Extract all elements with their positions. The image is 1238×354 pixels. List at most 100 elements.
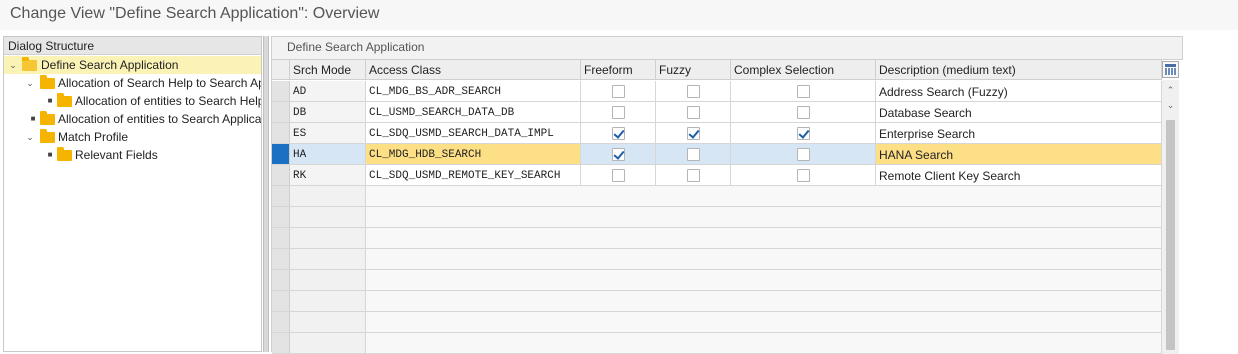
checkbox-complex-selection[interactable] — [797, 85, 810, 98]
bullet-icon: ■ — [30, 114, 36, 123]
empty-cell[interactable] — [290, 249, 366, 270]
folder-icon — [57, 147, 72, 161]
cell-description[interactable]: Database Search — [876, 102, 1162, 123]
tree-node-label: Relevant Fields — [75, 148, 158, 162]
cell-srch-mode[interactable]: HA — [290, 144, 366, 165]
tree-node-label: Allocation of Search Help to Search Appl… — [58, 76, 261, 90]
scroll-thumb[interactable] — [1166, 120, 1175, 350]
panel-splitter[interactable] — [263, 36, 269, 352]
chevron-down-icon[interactable]: ⌄ — [8, 56, 18, 74]
tree-node-label: Allocation of entities to Search Applica… — [58, 112, 262, 126]
cell-access-class[interactable]: CL_MDG_BS_ADR_SEARCH — [366, 81, 581, 102]
vertical-scrollbar[interactable]: ⌃ ⌄ — [1162, 80, 1179, 354]
chevron-down-icon[interactable]: ⌄ — [25, 74, 35, 92]
dialog-structure-header: Dialog Structure — [4, 37, 261, 55]
tree-node-label: Allocation of entities to Search Help — [75, 94, 262, 108]
cell-srch-mode[interactable]: RK — [290, 165, 366, 186]
column-header-description[interactable]: Description (medium text) — [876, 60, 1162, 80]
checkbox-freeform[interactable] — [612, 85, 625, 98]
tree-node-match-profile[interactable]: ⌄ Match Profile — [4, 128, 261, 146]
checkbox-freeform[interactable] — [612, 127, 625, 140]
row-selector[interactable] — [272, 270, 290, 291]
column-header-complex-selection[interactable]: Complex Selection — [731, 60, 876, 80]
empty-row[interactable] — [366, 333, 1162, 354]
empty-cell[interactable] — [290, 186, 366, 207]
chevron-down-icon[interactable]: ⌄ — [25, 128, 35, 146]
tree-node-allocation-entities-search-application[interactable]: ■ Allocation of entities to Search Appli… — [4, 110, 262, 128]
checkbox-fuzzy[interactable] — [687, 127, 700, 140]
cell-description[interactable]: Remote Client Key Search — [876, 165, 1162, 186]
row-selector[interactable] — [272, 291, 290, 312]
row-selector[interactable] — [272, 123, 290, 144]
table-caption: Define Search Application — [287, 40, 425, 54]
cell-srch-mode[interactable]: DB — [290, 102, 366, 123]
bullet-icon: ■ — [47, 150, 53, 159]
checkbox-freeform[interactable] — [612, 148, 625, 161]
column-header-access-class[interactable]: Access Class — [366, 60, 581, 80]
checkbox-complex-selection[interactable] — [797, 148, 810, 161]
checkbox-freeform[interactable] — [612, 106, 625, 119]
tree-node-define-search-application[interactable]: ⌄ Define Search Application — [4, 56, 261, 74]
checkbox-fuzzy[interactable] — [687, 148, 700, 161]
checkbox-complex-selection[interactable] — [797, 169, 810, 182]
select-all-cell[interactable] — [272, 60, 290, 80]
table-settings-icon[interactable] — [1162, 61, 1179, 78]
row-selector[interactable] — [272, 228, 290, 249]
empty-row[interactable] — [366, 207, 1162, 228]
row-selector[interactable] — [272, 102, 290, 123]
empty-row[interactable] — [366, 291, 1162, 312]
scroll-up-icon[interactable]: ⌃ — [1162, 83, 1179, 97]
cell-access-class[interactable]: CL_SDQ_USMD_SEARCH_DATA_IMPL — [366, 123, 581, 144]
checkbox-complex-selection[interactable] — [797, 127, 810, 140]
window-title: Change View "Define Search Application":… — [0, 0, 1238, 30]
scroll-down-icon[interactable]: ⌄ — [1162, 98, 1179, 112]
dialog-structure-panel: Dialog Structure ⌄ Define Search Applica… — [3, 36, 262, 352]
empty-cell[interactable] — [290, 207, 366, 228]
column-header-fuzzy[interactable]: Fuzzy — [656, 60, 731, 80]
row-selector[interactable] — [272, 165, 290, 186]
cell-description[interactable]: Enterprise Search — [876, 123, 1162, 144]
empty-cell[interactable] — [290, 228, 366, 249]
empty-cell[interactable] — [290, 270, 366, 291]
tree-node-allocation-search-help[interactable]: ⌄ Allocation of Search Help to Search Ap… — [4, 74, 261, 92]
empty-cell[interactable] — [290, 333, 366, 354]
checkbox-freeform[interactable] — [612, 169, 625, 182]
folder-icon — [40, 111, 55, 125]
cell-srch-mode[interactable]: ES — [290, 123, 366, 144]
column-header-srch-mode[interactable]: Srch Mode — [290, 60, 366, 80]
empty-cell[interactable] — [290, 291, 366, 312]
row-selector[interactable] — [272, 333, 290, 354]
row-selector[interactable] — [272, 186, 290, 207]
search-application-table: Srch Mode Access Class Freeform Fuzzy Co… — [272, 59, 1183, 354]
checkbox-fuzzy[interactable] — [687, 169, 700, 182]
tree-node-relevant-fields[interactable]: ■ Relevant Fields — [4, 146, 261, 164]
cell-access-class[interactable]: CL_MDG_HDB_SEARCH — [366, 144, 581, 165]
checkbox-fuzzy[interactable] — [687, 85, 700, 98]
cell-srch-mode[interactable]: AD — [290, 81, 366, 102]
empty-row[interactable] — [366, 228, 1162, 249]
cell-access-class[interactable]: CL_USMD_SEARCH_DATA_DB — [366, 102, 581, 123]
search-application-table-panel: Define Search Application Srch Mode Acce… — [271, 36, 1183, 354]
checkbox-complex-selection[interactable] — [797, 106, 810, 119]
tree-node-label: Define Search Application — [41, 58, 179, 72]
checkbox-fuzzy[interactable] — [687, 106, 700, 119]
empty-row[interactable] — [366, 249, 1162, 270]
tree-node-label: Match Profile — [58, 130, 129, 144]
empty-cell[interactable] — [290, 312, 366, 333]
cell-access-class[interactable]: CL_SDQ_USMD_REMOTE_KEY_SEARCH — [366, 165, 581, 186]
row-selector[interactable] — [272, 207, 290, 228]
empty-row[interactable] — [366, 312, 1162, 333]
cell-description[interactable]: HANA Search — [876, 144, 1162, 165]
row-selector[interactable] — [272, 249, 290, 270]
folder-icon — [40, 129, 55, 143]
tree-node-allocation-entities-search-help[interactable]: ■ Allocation of entities to Search Help — [4, 92, 262, 110]
column-header-freeform[interactable]: Freeform — [581, 60, 656, 80]
folder-icon — [57, 93, 72, 107]
empty-row[interactable] — [366, 270, 1162, 291]
row-selector[interactable] — [272, 81, 290, 102]
empty-row[interactable] — [366, 186, 1162, 207]
row-selector-active[interactable] — [272, 144, 290, 165]
cell-description[interactable]: Address Search (Fuzzy) — [876, 81, 1162, 102]
bullet-icon: ■ — [47, 96, 53, 105]
row-selector[interactable] — [272, 312, 290, 333]
